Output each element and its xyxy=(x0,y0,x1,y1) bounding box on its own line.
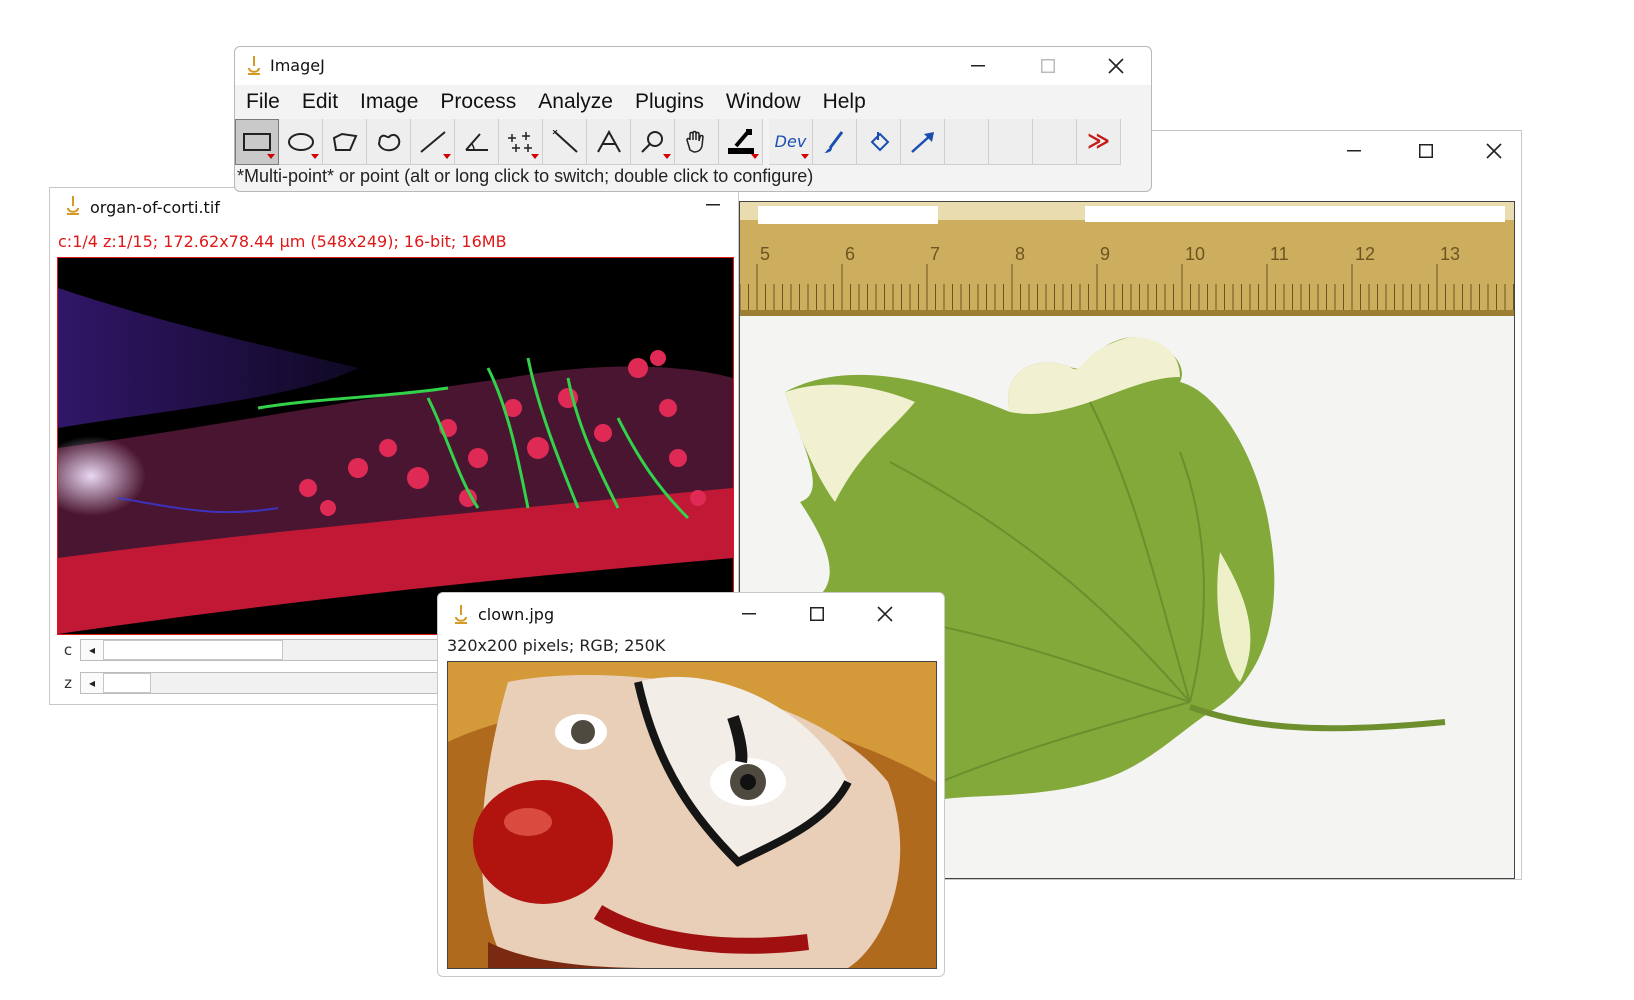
rectangle-tool[interactable] xyxy=(235,119,279,165)
ruler-label: 6 xyxy=(845,244,855,264)
magnifier-tool[interactable] xyxy=(631,119,675,165)
menu-bar: File Edit Image Process Analyze Plugins … xyxy=(235,85,1151,119)
angle-tool-icon xyxy=(464,132,488,151)
maximize-button[interactable] xyxy=(1403,136,1449,166)
left-arrow-icon[interactable]: ◂ xyxy=(81,640,104,660)
multi-point-tool[interactable] xyxy=(499,119,543,165)
arrow-tool-icon xyxy=(910,131,934,153)
text-tool[interactable] xyxy=(587,119,631,165)
line-tool-icon xyxy=(419,130,446,153)
color-picker-tool-icon xyxy=(727,128,754,154)
organ-image[interactable] xyxy=(57,257,734,635)
minimize-icon xyxy=(706,204,720,206)
ruler-label: 13 xyxy=(1440,244,1460,264)
minimize-button[interactable] xyxy=(1331,136,1377,166)
hand-tool-icon xyxy=(685,130,704,153)
brush-tool-icon xyxy=(823,130,843,153)
ruler-label: 9 xyxy=(1100,244,1110,264)
imagej-window-title: ImageJ xyxy=(270,56,325,75)
oval-tool[interactable] xyxy=(279,119,323,165)
menu-file[interactable]: File xyxy=(235,90,291,114)
imagej-microscope-icon xyxy=(455,605,467,624)
organ-title-bar[interactable]: organ-of-corti.tif xyxy=(50,188,738,224)
brush-tool[interactable] xyxy=(813,119,857,165)
menu-process[interactable]: Process xyxy=(429,90,527,114)
left-arrow-icon[interactable]: ◂ xyxy=(81,673,104,693)
clown-title-bar[interactable]: clown.jpg xyxy=(438,593,944,635)
color-picker-tool[interactable] xyxy=(719,119,763,165)
dev-tool[interactable]: Dev xyxy=(769,119,813,165)
clown-image-window[interactable]: clown.jpg 320x200 pixels; RGB; 250K xyxy=(437,592,945,977)
menu-edit[interactable]: Edit xyxy=(291,90,349,114)
wand-tool[interactable] xyxy=(543,119,587,165)
more-tools-icon: ≫ xyxy=(1086,129,1111,154)
imagej-microscope-icon xyxy=(248,56,260,75)
more-tools-button[interactable]: ≫ xyxy=(1077,119,1121,165)
channel-slider-thumb[interactable] xyxy=(103,640,283,660)
flood-fill-tool[interactable] xyxy=(857,119,901,165)
ruler-label: 11 xyxy=(1270,244,1289,264)
rectangle-tool-icon xyxy=(243,133,271,151)
menu-analyze[interactable]: Analyze xyxy=(527,90,624,114)
ruler-label: 8 xyxy=(1015,244,1025,264)
maximize-icon xyxy=(810,607,824,621)
flood-fill-tool-icon xyxy=(870,131,889,151)
minimize-icon xyxy=(742,613,756,615)
empty-tool-slot xyxy=(1033,119,1077,165)
menu-window[interactable]: Window xyxy=(715,90,812,114)
oval-tool-icon xyxy=(287,132,314,151)
close-button[interactable] xyxy=(1093,51,1139,81)
text-tool-icon xyxy=(596,129,621,152)
maximize-button[interactable] xyxy=(794,599,840,629)
tool-bar: Dev ≫ xyxy=(235,119,1151,165)
z-slider-label: z xyxy=(64,674,72,692)
ruler-label: 7 xyxy=(930,244,940,264)
multi-point-tool-icon xyxy=(507,131,532,152)
status-bar: *Multi-point* or point (alt or long clic… xyxy=(237,166,814,186)
close-button[interactable] xyxy=(1471,136,1517,166)
arrow-tool[interactable] xyxy=(901,119,945,165)
freehand-tool[interactable] xyxy=(367,119,411,165)
z-slider-thumb[interactable] xyxy=(103,673,151,693)
polygon-tool[interactable] xyxy=(323,119,367,165)
empty-tool-slot xyxy=(945,119,989,165)
clown-window-title: clown.jpg xyxy=(478,605,555,624)
ruler-label: 10 xyxy=(1185,244,1205,264)
ruler-label: 12 xyxy=(1355,244,1375,264)
imagej-title-bar[interactable]: ImageJ xyxy=(235,47,1151,85)
dev-tool-icon: Dev xyxy=(774,132,807,151)
maximize-icon xyxy=(1041,59,1055,73)
minimize-icon xyxy=(1347,150,1361,152)
menu-help[interactable]: Help xyxy=(812,90,877,114)
organ-window-title: organ-of-corti.tif xyxy=(90,198,220,217)
close-icon xyxy=(877,606,893,622)
freehand-tool-icon xyxy=(377,133,400,151)
imagej-main-window[interactable]: ImageJ File Edit Image Process Analyze P… xyxy=(234,46,1152,192)
minimize-button[interactable] xyxy=(726,599,772,629)
polygon-tool-icon xyxy=(332,132,357,151)
angle-tool[interactable] xyxy=(455,119,499,165)
organ-image-info: c:1/4 z:1/15; 172.62x78.44 µm (548x249);… xyxy=(58,232,507,251)
maximize-icon xyxy=(1419,144,1433,158)
minimize-button[interactable] xyxy=(955,51,1001,81)
line-tool[interactable] xyxy=(411,119,455,165)
minimize-icon xyxy=(971,65,985,67)
clown-image-info: 320x200 pixels; RGB; 250K xyxy=(447,636,666,655)
menu-image[interactable]: Image xyxy=(349,90,429,114)
close-button[interactable] xyxy=(862,599,908,629)
empty-tool-slot xyxy=(989,119,1033,165)
hand-tool[interactable] xyxy=(675,119,719,165)
imagej-microscope-icon xyxy=(67,196,79,215)
clown-image[interactable] xyxy=(447,661,937,969)
close-icon xyxy=(1108,58,1124,74)
close-icon xyxy=(1486,143,1502,159)
minimize-button[interactable] xyxy=(690,190,736,220)
wand-tool-icon xyxy=(552,129,578,153)
menu-plugins[interactable]: Plugins xyxy=(624,90,715,114)
ruler-label: 5 xyxy=(760,244,770,264)
channel-slider-label: c xyxy=(63,641,73,659)
magnifier-tool-icon xyxy=(640,130,663,153)
maximize-button xyxy=(1025,51,1071,81)
